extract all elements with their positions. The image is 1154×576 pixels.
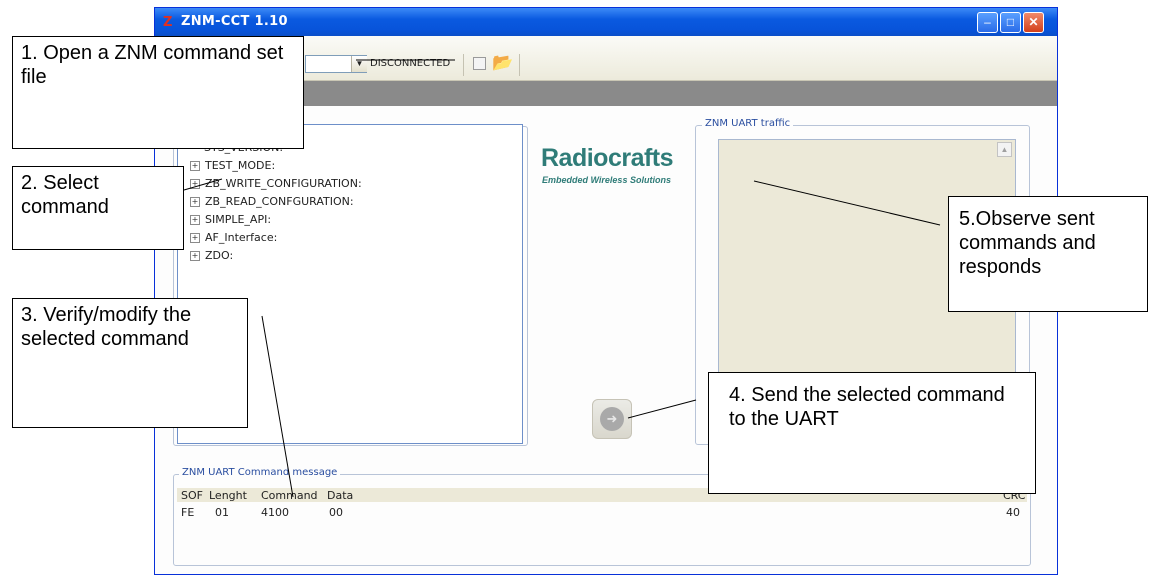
connection-status: DISCONNECTED [370, 58, 451, 69]
tree-item-label: AF_Interface: [205, 231, 278, 244]
column-header: SOF [181, 489, 203, 502]
arrow-right-icon: ➜ [600, 407, 624, 431]
toolbar-separator [519, 54, 520, 76]
annotation-step1: 1. Open a ZNM command set file [12, 36, 304, 149]
open-folder-icon[interactable]: 📂 [492, 53, 513, 73]
annotation-step3: 3. Verify/modify the selected command [12, 298, 248, 428]
column-header: Lenght [209, 489, 247, 502]
command-message-legend: ZNM UART Command message [179, 467, 341, 478]
tree-item[interactable]: + AF_Interface: [190, 231, 277, 244]
annotation-step2: 2. Select command [12, 166, 184, 250]
annotation-step4: 4. Send the selected command to the UART [708, 372, 1036, 494]
expand-icon[interactable]: + [190, 197, 200, 207]
maximize-button[interactable]: □ [1000, 12, 1021, 33]
data-value[interactable]: 00 [329, 506, 343, 519]
tree-item-label: SIMPLE_API: [205, 213, 272, 226]
column-header: Command [261, 489, 318, 502]
command-message-row[interactable]: FE 01 4100 00 40 [177, 505, 1027, 521]
tree-item[interactable]: + ZB_READ_CONFGURATION: [190, 195, 354, 208]
expand-icon[interactable]: + [190, 251, 200, 261]
length-value[interactable]: 01 [215, 506, 229, 519]
minimize-button[interactable]: – [977, 12, 998, 33]
tree-item[interactable]: + ZDO: [190, 249, 233, 262]
tree-item-label: ZB_READ_CONFGURATION: [205, 195, 354, 208]
tree-item[interactable]: + SIMPLE_API: [190, 213, 271, 226]
chevron-down-icon[interactable]: ▼ [351, 56, 367, 72]
scroll-up-button[interactable]: ▲ [997, 142, 1012, 157]
expand-icon[interactable]: + [190, 233, 200, 243]
expand-icon[interactable]: + [190, 161, 200, 171]
column-header: Data [327, 489, 354, 502]
title-bar[interactable]: Z ZNM-CCT 1.10 – □ ✕ [155, 8, 1057, 36]
toolbar-separator [463, 54, 464, 76]
send-command-button[interactable]: ➜ [592, 399, 632, 439]
command-value[interactable]: 4100 [261, 506, 289, 519]
brand-tagline: Embedded Wireless Solutions [542, 175, 671, 185]
expand-icon[interactable]: + [190, 215, 200, 225]
close-button[interactable]: ✕ [1023, 12, 1044, 33]
window-title: ZNM-CCT 1.10 [181, 14, 288, 29]
brand-name: Radiocrafts [541, 144, 674, 172]
tree-item[interactable]: + ZB_WRITE_CONFIGURATION: [190, 177, 362, 190]
tree-item-label: TEST_MODE: [205, 159, 276, 172]
disconnect-icon[interactable] [473, 57, 486, 70]
annotation-step5: 5.Observe sent commands and responds [948, 196, 1148, 312]
uart-traffic-legend: ZNM UART traffic [702, 118, 794, 129]
tree-item-label: ZB_WRITE_CONFIGURATION: [205, 177, 362, 190]
crc-value[interactable]: 40 [1006, 506, 1020, 519]
tree-item[interactable]: + TEST_MODE: [190, 159, 275, 172]
app-icon: Z [163, 15, 173, 30]
sof-value[interactable]: FE [181, 506, 194, 519]
expand-icon[interactable]: + [190, 179, 200, 189]
tree-item-label: ZDO: [205, 249, 234, 262]
